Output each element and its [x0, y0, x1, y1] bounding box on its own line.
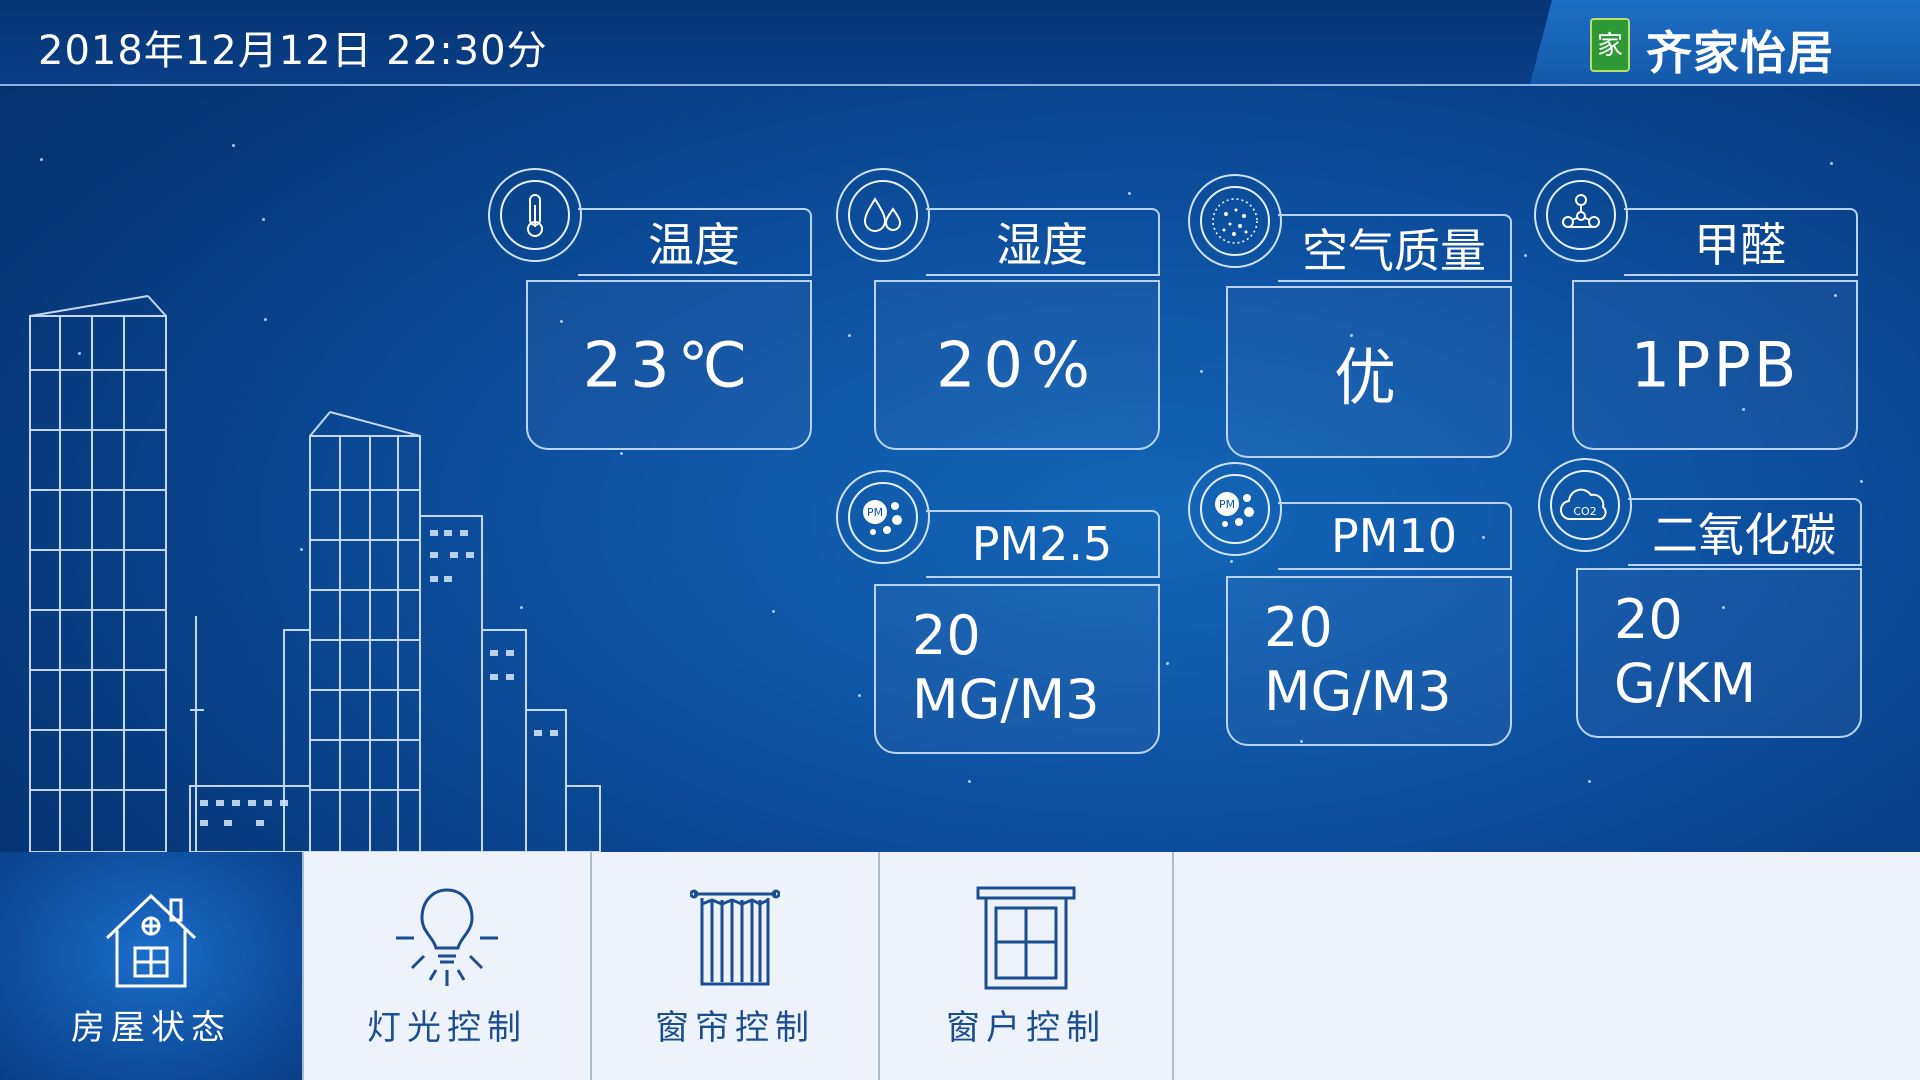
- formaldehyde-label: 甲醛: [1624, 208, 1858, 276]
- svg-text:PM: PM: [1219, 498, 1235, 511]
- humidity-value: 20%: [936, 328, 1098, 402]
- bottom-nav-bar: 房屋状态 灯光控制 窗帘控制 窗户控制: [0, 852, 1920, 1080]
- pm25-card: PM PM2.5 20 MG/M3: [836, 470, 1160, 754]
- pm10-value-box: 20 MG/M3: [1226, 576, 1512, 746]
- temperature-value: 23℃: [582, 328, 756, 402]
- co2-label: 二氧化碳: [1628, 498, 1862, 566]
- formaldehyde-value-box: 1PPB: [1572, 280, 1858, 450]
- nav-divider: [1172, 852, 1174, 1080]
- temperature-card: 温度 23℃: [488, 168, 812, 450]
- pm10-card: PM PM10 20 MG/M3: [1188, 462, 1512, 746]
- air-quality-value-box: 优: [1226, 286, 1512, 458]
- pm-icon: PM: [836, 470, 930, 564]
- pm25-unit: MG/M3: [912, 668, 1100, 731]
- formaldehyde-value: 1PPB: [1630, 328, 1800, 402]
- brand-name: 齐家怡居: [1646, 26, 1834, 80]
- temperature-label: 温度: [578, 208, 812, 276]
- air-quality-card: 空气质量 优: [1188, 174, 1512, 458]
- top-bar: 2018年12月12日 22:30分 家 齐家怡居: [0, 0, 1920, 86]
- formaldehyde-card: 甲醛 1PPB: [1534, 168, 1858, 450]
- thermometer-icon: [488, 168, 582, 262]
- nav-house-status[interactable]: 房屋状态: [0, 852, 302, 1080]
- datetime-text: 2018年12月12日 22:30分: [38, 28, 548, 74]
- brand-logo-icon: 家: [1590, 18, 1630, 72]
- co2-cloud-icon: CO2: [1538, 458, 1632, 552]
- pm25-value: 20: [912, 604, 981, 667]
- air-quality-label: 空气质量: [1278, 214, 1512, 282]
- humidity-label: 湿度: [926, 208, 1160, 276]
- nav-light-control-label: 灯光控制: [367, 1008, 527, 1048]
- curtain-icon: [690, 889, 780, 986]
- nav-window-control-label: 窗户控制: [946, 1008, 1106, 1048]
- nav-window-control[interactable]: 窗户控制: [880, 852, 1172, 1080]
- molecule-icon: [1534, 168, 1628, 262]
- pm-icon: PM: [1188, 462, 1282, 556]
- water-drop-icon: [836, 168, 930, 262]
- window-icon: [976, 886, 1076, 990]
- temperature-value-box: 23℃: [526, 280, 812, 450]
- co2-unit: G/KM: [1614, 652, 1757, 715]
- light-bulb-icon: [396, 888, 498, 986]
- pm10-label: PM10: [1278, 502, 1512, 570]
- brand-logo-text: 家: [1597, 31, 1623, 61]
- svg-text:CO2: CO2: [1573, 505, 1596, 518]
- nav-house-status-label: 房屋状态: [71, 1008, 231, 1048]
- nav-curtain-control-label: 窗帘控制: [655, 1008, 815, 1048]
- brand-banner: 家 齐家怡居: [1530, 0, 1920, 84]
- pm25-label: PM2.5: [926, 510, 1160, 578]
- pm10-value: 20: [1264, 596, 1333, 659]
- nav-light-control[interactable]: 灯光控制: [304, 852, 590, 1080]
- co2-value: 20: [1614, 588, 1683, 651]
- co2-value-box: 20 G/KM: [1576, 568, 1862, 738]
- co2-card: CO2 二氧化碳 20 G/KM: [1538, 458, 1862, 738]
- pm10-unit: MG/M3: [1264, 660, 1452, 723]
- humidity-value-box: 20%: [874, 280, 1160, 450]
- air-particles-icon: [1188, 174, 1282, 268]
- humidity-card: 湿度 20%: [836, 168, 1160, 450]
- pm25-value-box: 20 MG/M3: [874, 584, 1160, 754]
- svg-text:PM: PM: [867, 506, 883, 519]
- nav-curtain-control[interactable]: 窗帘控制: [592, 852, 878, 1080]
- air-quality-value: 优: [1333, 341, 1404, 414]
- house-icon: [105, 893, 197, 988]
